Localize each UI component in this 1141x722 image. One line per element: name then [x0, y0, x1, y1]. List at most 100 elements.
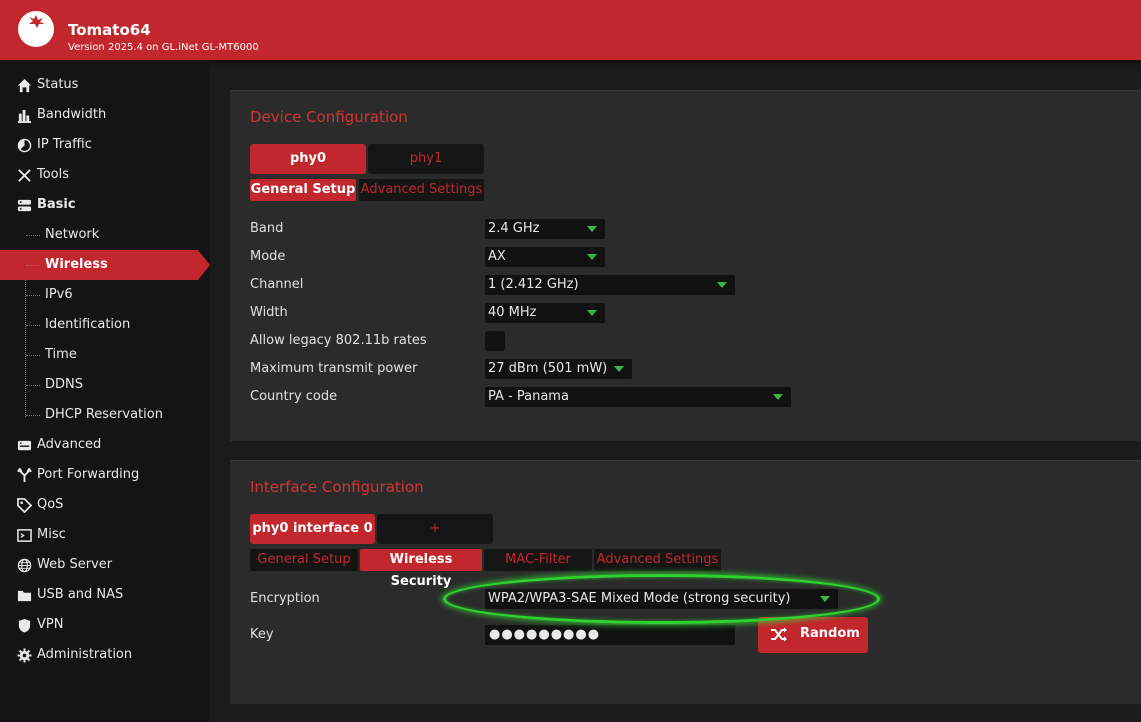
sidebar-item-misc[interactable]: Misc: [0, 520, 210, 550]
sidebar-subitem-label: DHCP Reservation: [45, 407, 163, 422]
add-interface-button[interactable]: +: [377, 514, 493, 544]
chevron-down-icon: [614, 366, 624, 372]
width-select[interactable]: 40 MHz: [485, 303, 605, 323]
sidebar-item-label: Basic: [37, 197, 76, 212]
tab-phy0[interactable]: phy0: [250, 144, 366, 174]
txpower-select[interactable]: 27 dBm (501 mW): [485, 359, 632, 379]
sidebar-item-label: QoS: [37, 497, 64, 512]
tab-wireless-security[interactable]: Wireless Security: [360, 549, 482, 589]
pie-chart-icon: [17, 138, 32, 153]
sidebar-item-label: Advanced: [37, 437, 102, 452]
sidebar-item-label: Port Forwarding: [37, 467, 140, 482]
sidebar-subitem-label: Network: [45, 227, 100, 242]
sidebar-item-label: IP Traffic: [37, 137, 92, 152]
router-icon: [17, 440, 32, 451]
tab-mac-filter[interactable]: MAC-Filter: [484, 549, 592, 571]
chevron-down-icon: [773, 394, 783, 400]
chevron-down-icon: [587, 226, 597, 232]
tree-connector: [26, 235, 40, 236]
encryption-label: Encryption: [250, 591, 320, 606]
shield-icon: [18, 618, 31, 633]
sidebar-subitem-identification[interactable]: Identification: [0, 310, 210, 340]
tools-icon: [18, 169, 31, 182]
sidebar-item-qos[interactable]: QoS: [0, 490, 210, 520]
mode-value: AX: [488, 249, 506, 264]
sidebar-subitem-label: IPv6: [45, 287, 73, 302]
app-header: Tomato64 Version 2025.4 on GL.iNet GL-MT…: [0, 0, 1141, 60]
device-configuration-panel: Device Configuration phy0 phy1 General S…: [230, 90, 1141, 441]
sidebar-item-label: Web Server: [37, 557, 113, 572]
width-label: Width: [250, 305, 288, 320]
band-value: 2.4 GHz: [488, 221, 540, 236]
tomato-logo-icon[interactable]: [18, 11, 54, 47]
key-label: Key: [250, 627, 274, 642]
sidebar-item-label: USB and NAS: [37, 587, 124, 602]
shuffle-icon: [771, 627, 787, 642]
sidebar-item-port-forwarding[interactable]: Port Forwarding: [0, 460, 210, 490]
sidebar-subitem-label: DDNS: [45, 377, 83, 392]
panel-title: Device Configuration: [250, 108, 408, 126]
channel-value: 1 (2.412 GHz): [488, 277, 579, 292]
sidebar-item-status[interactable]: Status: [0, 70, 210, 100]
folder-icon: [17, 590, 32, 602]
random-key-button[interactable]: Random: [758, 617, 868, 653]
chevron-down-icon: [717, 282, 727, 288]
sidebar-item-label: Administration: [37, 647, 133, 662]
tag-icon: [17, 498, 32, 513]
sidebar-item-label: Status: [37, 77, 79, 92]
sidebar-item-web-server[interactable]: Web Server: [0, 550, 210, 580]
sidebar: Status Bandwidth IP Traffic Tools Basic …: [0, 60, 210, 722]
home-icon: [17, 78, 32, 93]
txpower-label: Maximum transmit power: [250, 361, 418, 376]
sidebar-item-bandwidth[interactable]: Bandwidth: [0, 100, 210, 130]
country-label: Country code: [250, 389, 338, 404]
sidebar-item-label: VPN: [37, 617, 64, 632]
mode-select[interactable]: AX: [485, 247, 605, 267]
sidebar-item-tools[interactable]: Tools: [0, 160, 210, 190]
sidebar-item-administration[interactable]: Administration: [0, 640, 210, 670]
chevron-down-icon: [820, 596, 830, 602]
key-input[interactable]: ●●●●●●●●●: [485, 625, 735, 645]
sidebar-subitem-label: Time: [45, 347, 77, 362]
sidebar-subitem-label: Wireless: [45, 257, 108, 272]
legacy-rates-label: Allow legacy 802.11b rates: [250, 333, 427, 348]
chevron-down-icon: [587, 254, 597, 260]
legacy-rates-checkbox[interactable]: [485, 331, 505, 351]
tree-connector: [26, 385, 40, 386]
tab-phy1[interactable]: phy1: [368, 144, 484, 174]
sidebar-item-vpn[interactable]: VPN: [0, 610, 210, 640]
sidebar-subitem-time[interactable]: Time: [0, 340, 210, 370]
tab-general-setup[interactable]: General Setup: [250, 549, 358, 571]
tab-phy0-interface-0[interactable]: phy0 interface 0: [250, 514, 375, 544]
sidebar-item-advanced[interactable]: Advanced: [0, 430, 210, 460]
txpower-value: 27 dBm (501 mW): [488, 361, 608, 376]
tree-connector: [26, 265, 40, 266]
channel-select[interactable]: 1 (2.412 GHz): [485, 275, 735, 295]
sidebar-item-ip-traffic[interactable]: IP Traffic: [0, 130, 210, 160]
sidebar-item-label: Misc: [37, 527, 66, 542]
tab-advanced-settings[interactable]: Advanced Settings: [594, 549, 721, 571]
sidebar-subitem-ipv6[interactable]: IPv6: [0, 280, 210, 310]
globe-icon: [17, 558, 32, 573]
sidebar-subitem-label: Identification: [45, 317, 131, 332]
sidebar-subitem-dhcp-reservation[interactable]: DHCP Reservation: [0, 400, 210, 430]
sidebar-item-label: Bandwidth: [37, 107, 107, 122]
sidebar-subitem-ddns[interactable]: DDNS: [0, 370, 210, 400]
panel-title: Interface Configuration: [250, 478, 424, 496]
sidebar-item-basic[interactable]: Basic: [0, 190, 210, 220]
tab-general-setup[interactable]: General Setup: [250, 179, 356, 201]
band-label: Band: [250, 221, 284, 236]
bar-chart-icon: [17, 109, 32, 123]
sidebar-subitem-wireless[interactable]: Wireless: [0, 250, 210, 280]
tab-advanced-settings[interactable]: Advanced Settings: [359, 179, 484, 201]
encryption-select[interactable]: WPA2/WPA3-SAE Mixed Mode (strong securit…: [485, 589, 838, 609]
band-select[interactable]: 2.4 GHz: [485, 219, 605, 239]
chevron-down-icon: [587, 310, 597, 316]
country-value: PA - Panama: [488, 389, 569, 404]
channel-label: Channel: [250, 277, 304, 292]
interface-configuration-panel: Interface Configuration phy0 interface 0…: [230, 460, 1141, 704]
country-select[interactable]: PA - Panama: [485, 387, 791, 407]
tree-connector: [26, 295, 40, 296]
sidebar-subitem-network[interactable]: Network: [0, 220, 210, 250]
sidebar-item-usb-nas[interactable]: USB and NAS: [0, 580, 210, 610]
